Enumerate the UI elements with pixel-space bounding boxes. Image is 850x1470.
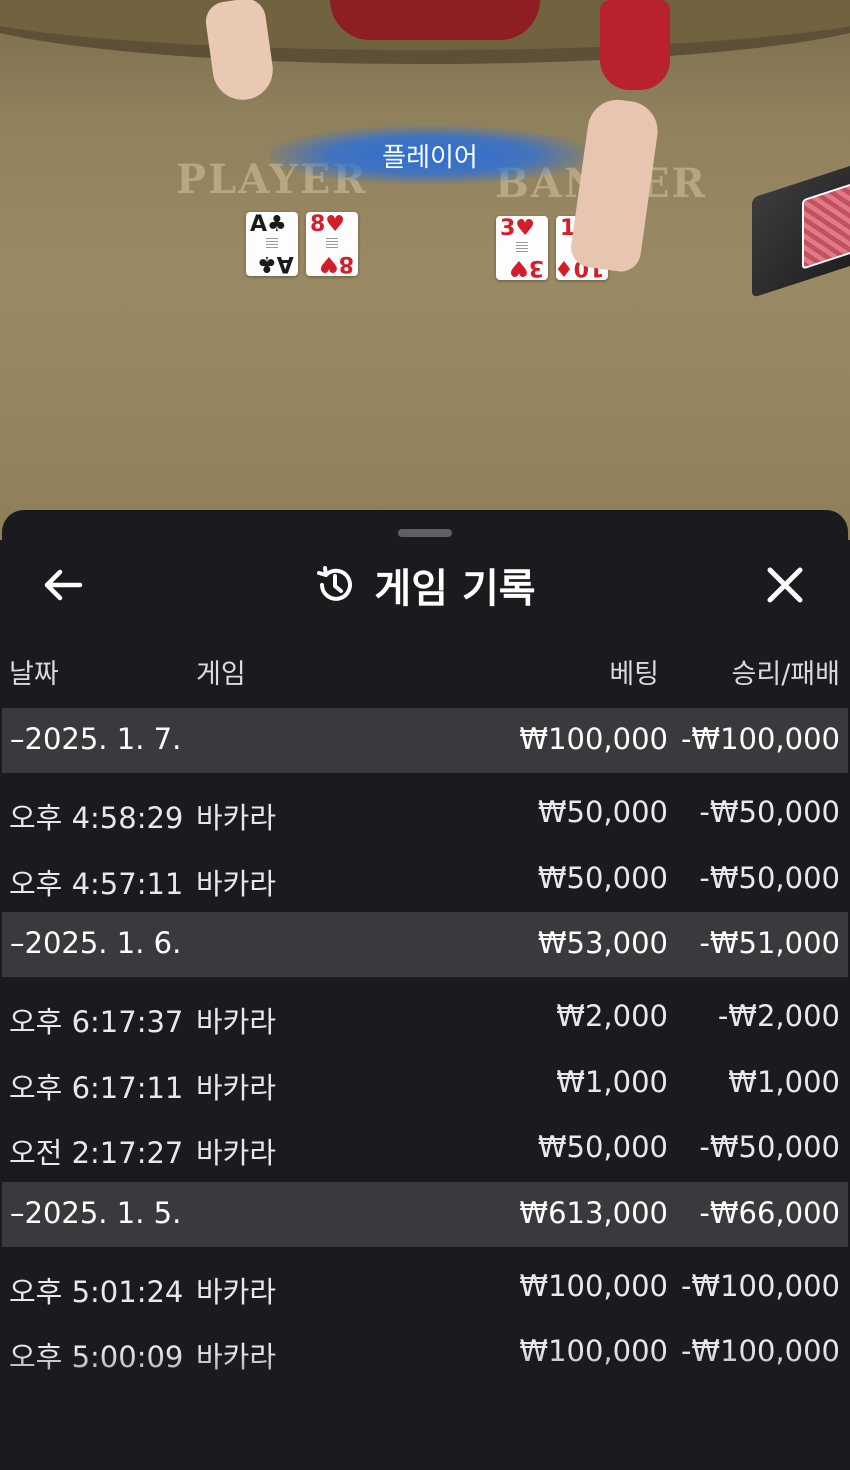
back-button[interactable] (40, 562, 86, 608)
row-time: 오전 2:17:27 (9, 1136, 184, 1170)
history-row[interactable]: 오후 6:17:37 바카라 ₩2,000 -₩2,000 (2, 981, 848, 1047)
date-group: –2025. 1. 7. ₩100,000 -₩100,000 오후 4:58:… (2, 708, 848, 912)
history-row[interactable]: 오후 5:01:24 바카라 ₩100,000 -₩100,000 (2, 1251, 848, 1317)
row-bet: ₩100,000 (519, 1334, 668, 1368)
history-row[interactable]: 오후 6:17:11 바카라 ₩1,000 ₩1,000 (2, 1047, 848, 1113)
row-game: 바카라 (196, 1136, 277, 1170)
card-back (802, 182, 850, 270)
row-bet: ₩2,000 (556, 999, 668, 1033)
arrow-left-icon (44, 569, 83, 601)
row-result: -₩50,000 (699, 1130, 840, 1164)
close-button[interactable] (762, 562, 808, 608)
round-result-banner: 플레이어 (270, 126, 590, 184)
row-time: 오후 6:17:37 (9, 1005, 184, 1039)
row-game: 바카라 (196, 1340, 277, 1374)
row-result: -₩100,000 (680, 1268, 840, 1303)
row-time: 오후 4:57:11 (9, 866, 184, 901)
column-header-date[interactable]: 날짜 (9, 652, 59, 696)
group-bet-total: ₩613,000 (519, 1195, 668, 1230)
row-bet: ₩100,000 (519, 1268, 668, 1303)
row-game: 바카라 (196, 801, 277, 835)
group-result-total: -₩100,000 (680, 722, 840, 756)
game-history-sheet: 게임 기록 날짜 게임 베팅 승리/패배 –2025. 1. 7. ₩100,0… (2, 510, 848, 1470)
history-row[interactable]: 오후 4:58:29 바카라 ₩50,000 -₩50,000 (2, 777, 848, 843)
date-group-header[interactable]: –2025. 1. 5. ₩613,000 -₩66,000 (2, 1181, 848, 1247)
group-date: –2025. 1. 6. (10, 926, 182, 960)
date-group-header[interactable]: –2025. 1. 7. ₩100,000 -₩100,000 (2, 708, 848, 773)
row-result: -₩50,000 (699, 795, 840, 829)
row-bet: ₩50,000 (537, 1130, 668, 1164)
row-time: 오후 6:17:11 (9, 1070, 184, 1105)
date-group-header[interactable]: –2025. 1. 6. ₩53,000 -₩51,000 (2, 912, 848, 977)
row-time: 오후 5:00:09 (9, 1340, 184, 1374)
history-row[interactable]: 오후 5:00:09 바카라 ₩100,000 -₩100,000 (2, 1316, 848, 1382)
row-game: 바카라 (196, 1274, 277, 1309)
row-result: ₩1,000 (728, 1064, 840, 1099)
history-row[interactable]: 오전 2:17:27 바카라 ₩50,000 -₩50,000 (2, 1112, 848, 1178)
player-card-2: 8♥ 8♥ (306, 212, 358, 276)
row-result: -₩2,000 (717, 999, 840, 1033)
group-result-total: -₩51,000 (699, 926, 840, 960)
close-icon (767, 567, 803, 603)
column-header-bet[interactable]: 베팅 (609, 652, 659, 696)
sheet-drag-handle[interactable] (398, 529, 452, 537)
dealer-right-hand (568, 95, 662, 275)
dealer (330, 0, 540, 40)
dealer-right-arm (600, 0, 670, 90)
group-result-total: -₩66,000 (699, 1195, 840, 1230)
group-bet-total: ₩100,000 (519, 722, 668, 756)
date-group: –2025. 1. 6. ₩53,000 -₩51,000 오후 6:17:37… (2, 912, 848, 1182)
player-card-1: A♣ A♣ (246, 212, 298, 276)
history-icon (317, 566, 353, 601)
column-header-game[interactable]: 게임 (196, 652, 246, 696)
row-result: -₩100,000 (680, 1334, 840, 1368)
row-game: 바카라 (196, 1005, 277, 1039)
history-list: –2025. 1. 7. ₩100,000 -₩100,000 오후 4:58:… (2, 708, 848, 1386)
row-time: 오후 5:01:24 (9, 1274, 184, 1309)
row-game: 바카라 (196, 1070, 277, 1105)
banker-card-1: 3♥ 3♥ (496, 216, 548, 280)
sheet-header: 게임 기록 (2, 550, 848, 620)
group-date: –2025. 1. 7. (10, 722, 182, 756)
column-header-result[interactable]: 승리/패배 (732, 652, 840, 696)
row-bet: ₩50,000 (537, 795, 668, 829)
row-bet: ₩50,000 (537, 860, 668, 895)
live-game-view: PLAYER BANKER 플레이어 A♣A♣ 8♥8♥ 3♥3♥ 10♦10♦ (0, 0, 850, 540)
history-row[interactable]: 오후 4:57:11 바카라 ₩50,000 -₩50,000 (2, 843, 848, 909)
group-date: –2025. 1. 5. (10, 1195, 182, 1230)
group-bet-total: ₩53,000 (537, 926, 668, 960)
sheet-title: 게임 기록 (374, 566, 536, 612)
card-shoe (752, 162, 850, 298)
row-time: 오후 4:58:29 (9, 801, 184, 835)
row-result: -₩50,000 (699, 860, 840, 895)
date-group: –2025. 1. 5. ₩613,000 -₩66,000 오후 5:01:2… (2, 1181, 848, 1386)
row-game: 바카라 (196, 866, 277, 901)
row-bet: ₩1,000 (556, 1064, 668, 1099)
